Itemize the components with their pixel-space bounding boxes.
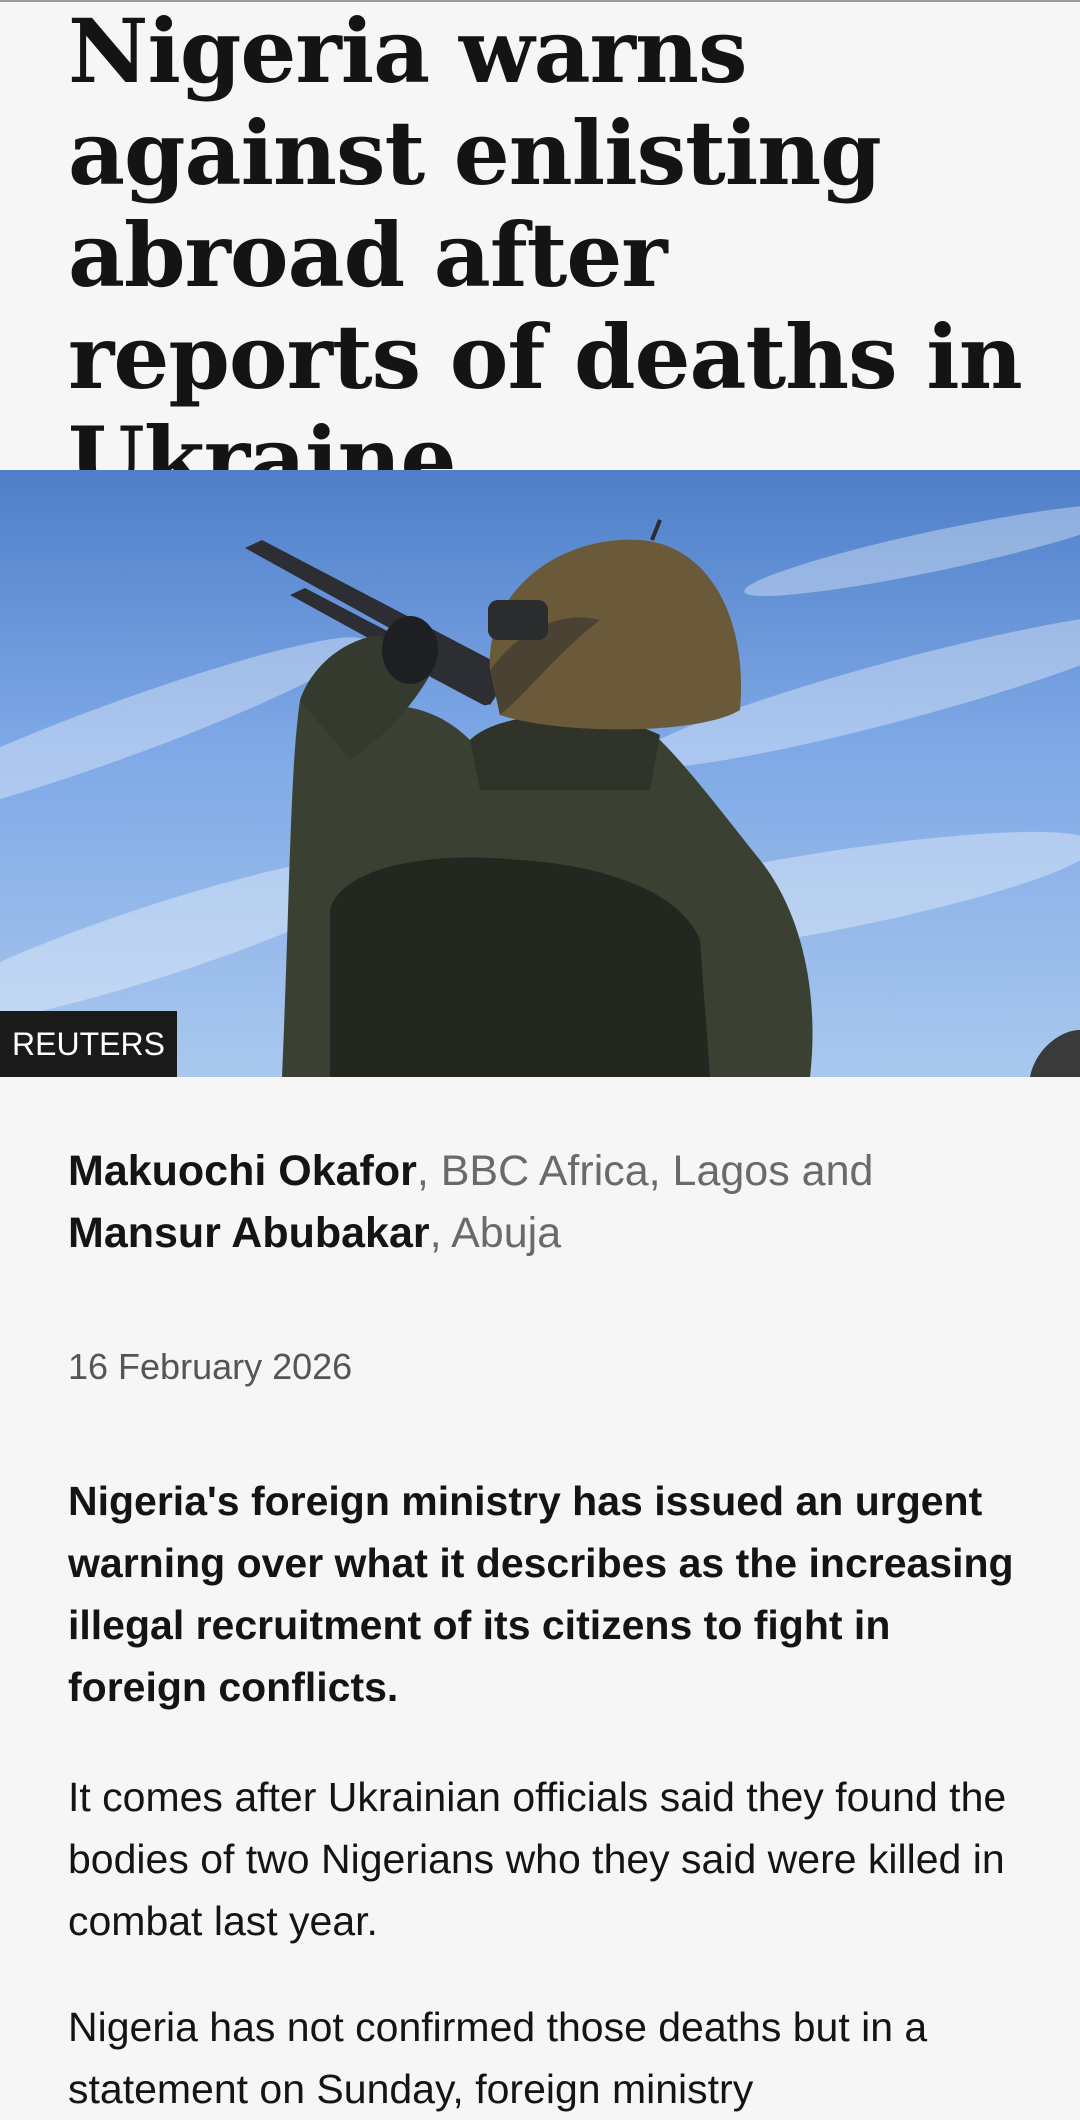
article-paragraph: Nigeria has not confirmed those deaths b… bbox=[68, 2004, 928, 2112]
article-byline: Makuochi Okafor, BBC Africa, Lagos and M… bbox=[68, 1140, 1008, 1264]
soldier-photo-illustration bbox=[0, 504, 1080, 1077]
article-headline: Nigeria warns against enlisting abroad a… bbox=[68, 0, 1023, 511]
image-credit: REUTERS bbox=[0, 1011, 177, 1077]
author-affiliation: , BBC Africa, Lagos and bbox=[416, 1147, 874, 1195]
author-name[interactable]: Makuochi Okafor bbox=[68, 1147, 417, 1195]
author-affiliation: , Abuja bbox=[429, 1209, 562, 1257]
author-name[interactable]: Mansur Abubakar bbox=[68, 1209, 430, 1257]
article-paragraph: It comes after Ukrainian officials said … bbox=[68, 1774, 1007, 1944]
publish-date: 16 February 2026 bbox=[68, 1346, 353, 1387]
article-lead: Nigeria's foreign ministry has issued an… bbox=[68, 1478, 1014, 1710]
article-page: Nigeria warns against enlisting abroad a… bbox=[0, 0, 1080, 2112]
hero-image[interactable]: REUTERS bbox=[0, 470, 1080, 1077]
